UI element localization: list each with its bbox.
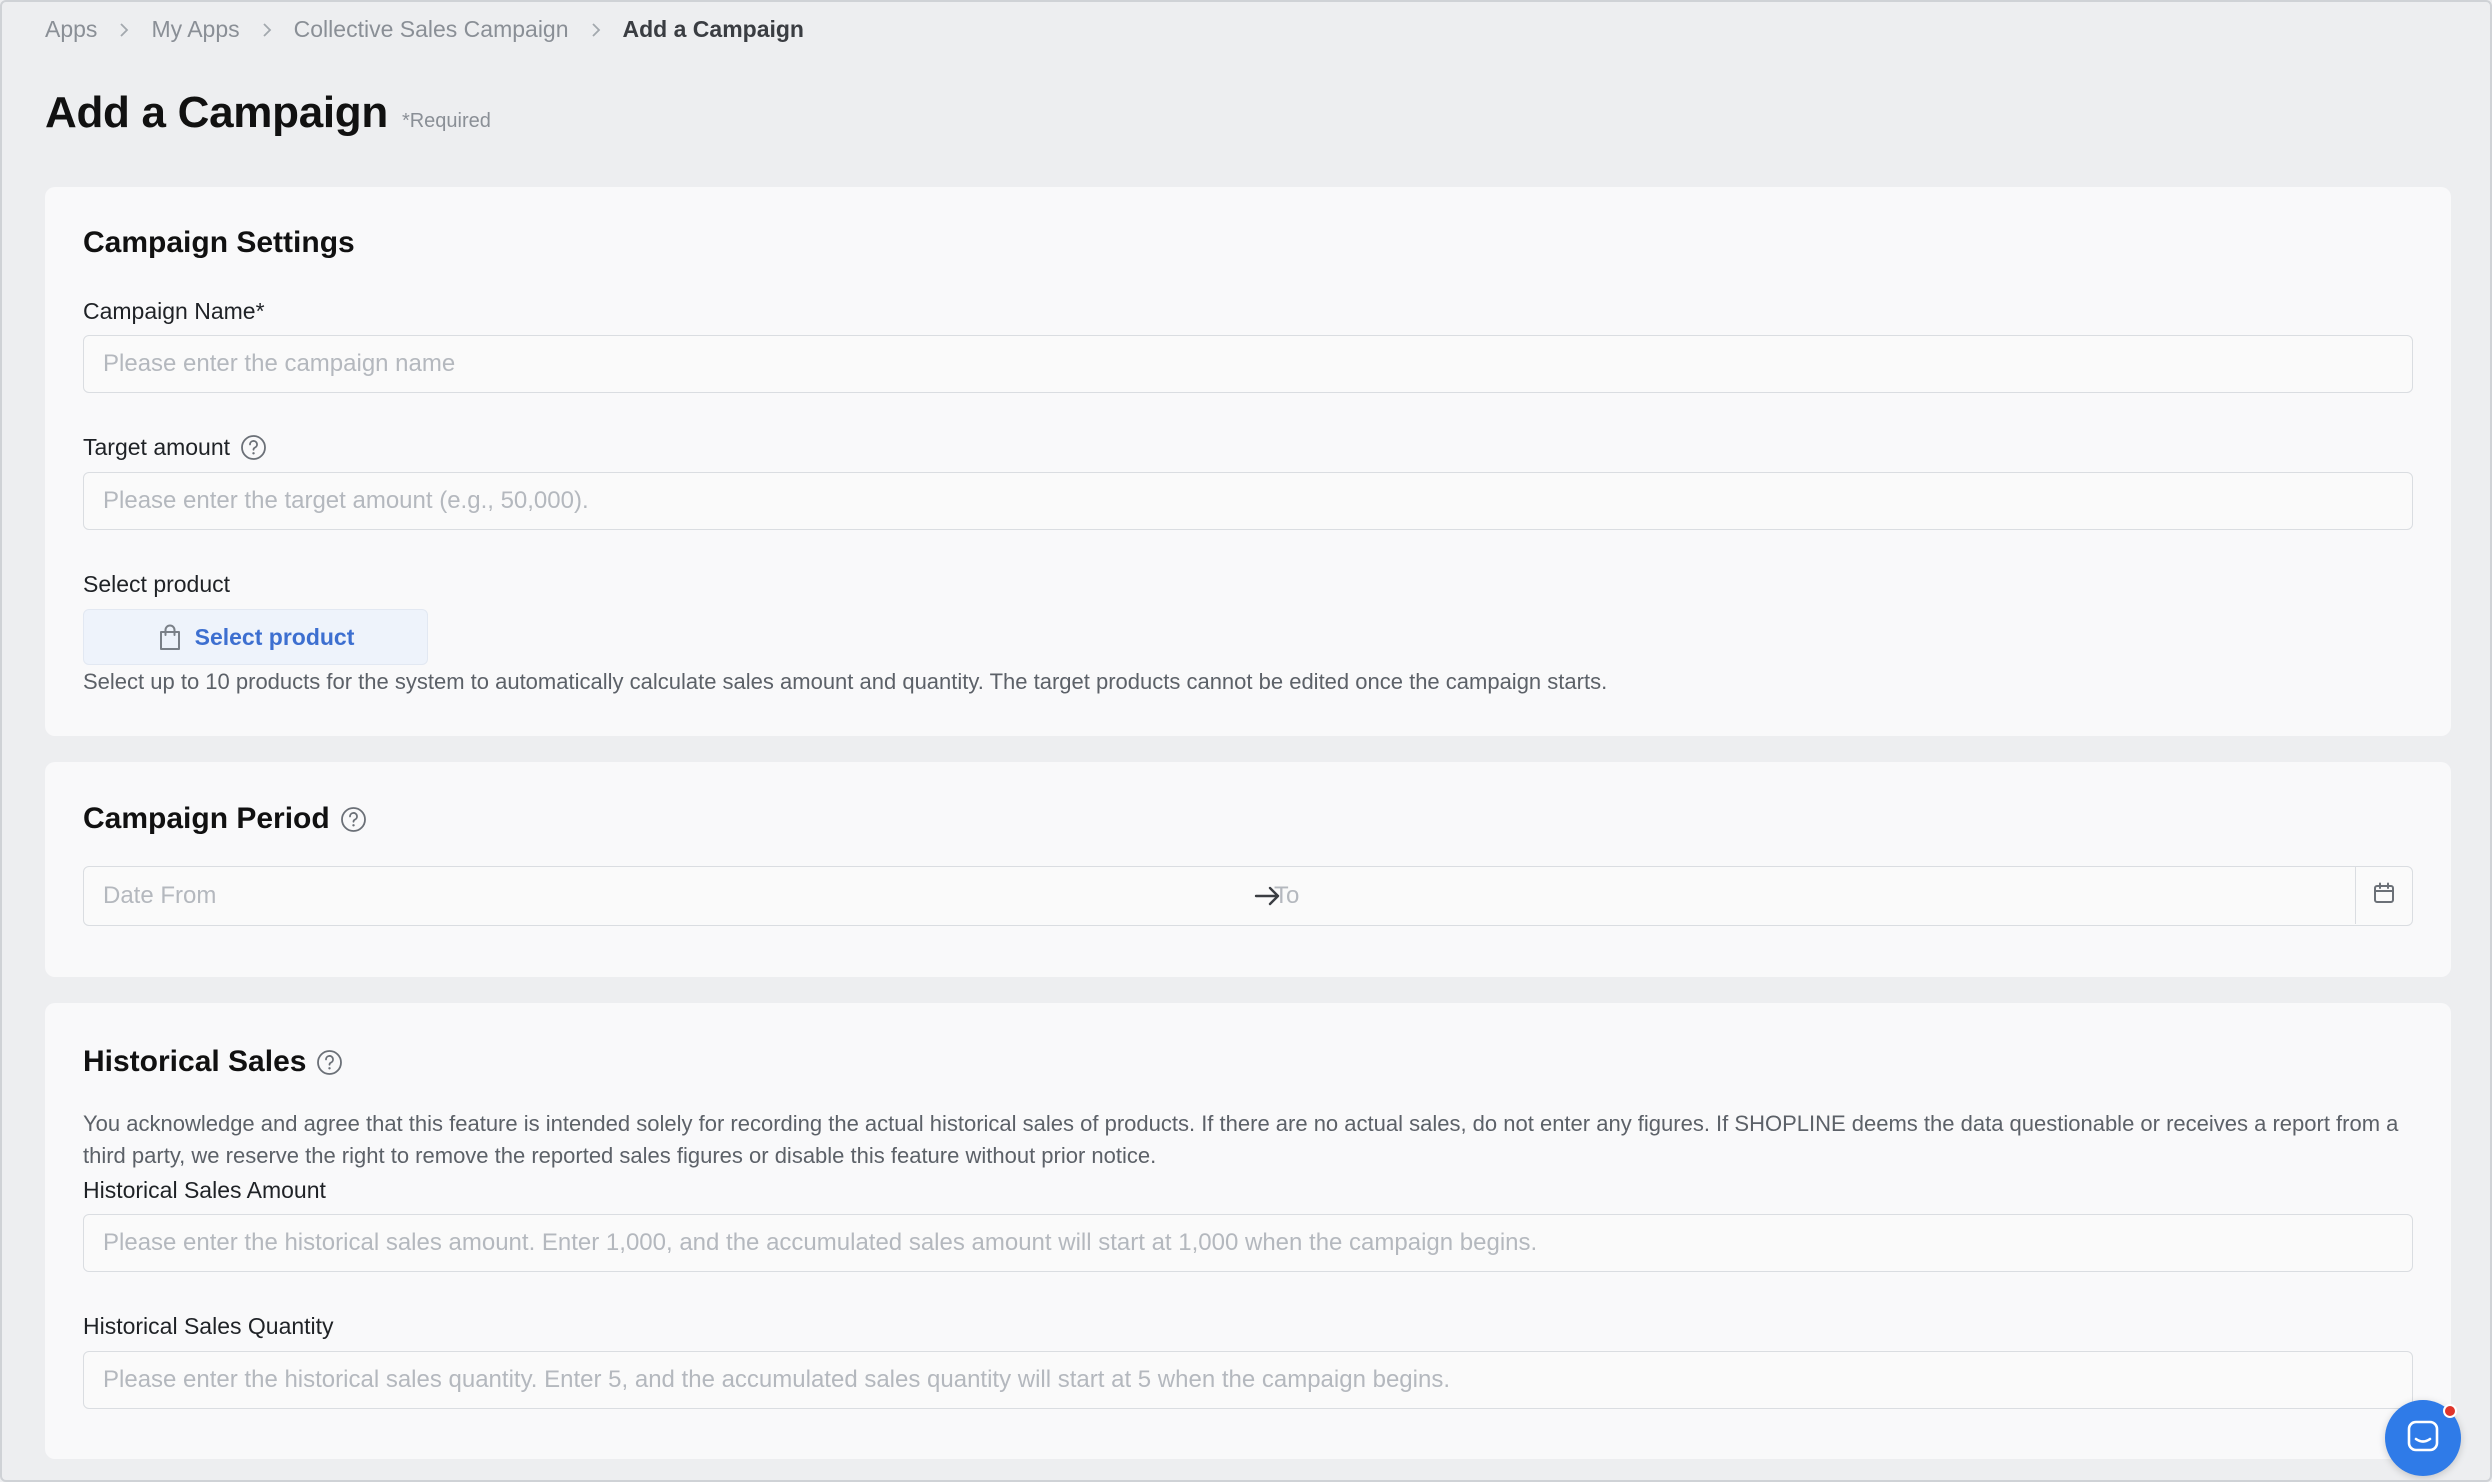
chevron-right-icon — [258, 21, 276, 39]
date-to-input[interactable] — [1274, 867, 2274, 924]
calendar-icon — [2372, 881, 2396, 910]
campaign-settings-card: Campaign Settings Campaign Name* Target … — [45, 187, 2451, 736]
date-range-picker[interactable] — [83, 866, 2413, 926]
historical-sales-amount-label: Historical Sales Amount — [83, 1177, 326, 1203]
chevron-right-icon — [115, 21, 133, 39]
question-circle-icon[interactable] — [240, 434, 267, 461]
breadcrumb-current: Add a Campaign — [622, 16, 804, 42]
campaign-name-label: Campaign Name* — [83, 298, 265, 324]
historical-sales-amount-input[interactable] — [83, 1214, 2413, 1272]
breadcrumb: Apps My Apps Collective Sales Campaign A… — [45, 16, 804, 43]
select-product-button[interactable]: Select product — [83, 609, 428, 665]
notification-dot — [2443, 1404, 2457, 1418]
historical-sales-card: Historical Sales You acknowledge and agr… — [45, 1003, 2451, 1459]
select-product-helper: Select up to 10 products for the system … — [83, 669, 1608, 694]
question-circle-icon[interactable] — [316, 1049, 343, 1076]
historical-sales-quantity-input[interactable] — [83, 1351, 2413, 1409]
campaign-settings-title: Campaign Settings — [83, 226, 355, 259]
campaign-period-title: Campaign Period — [83, 802, 330, 835]
campaign-name-input[interactable] — [83, 335, 2413, 393]
question-circle-icon[interactable] — [340, 806, 367, 833]
target-amount-label-row: Target amount — [83, 434, 267, 461]
historical-sales-quantity-label: Historical Sales Quantity — [83, 1313, 334, 1339]
calendar-button[interactable] — [2355, 867, 2412, 924]
app-window: Apps My Apps Collective Sales Campaign A… — [0, 0, 2492, 1482]
page-header: Add a Campaign *Required — [45, 88, 491, 138]
date-from-input[interactable] — [103, 867, 1203, 924]
target-amount-label: Target amount — [83, 434, 231, 460]
required-note: *Required — [401, 110, 491, 132]
historical-sales-title-row: Historical Sales — [83, 1045, 343, 1079]
campaign-period-title-row: Campaign Period — [83, 802, 367, 836]
select-product-button-label: Select product — [194, 623, 355, 650]
breadcrumb-apps[interactable]: Apps — [45, 16, 97, 43]
select-product-label: Select product — [83, 571, 231, 597]
breadcrumb-my-apps[interactable]: My Apps — [151, 16, 239, 43]
historical-sales-disclaimer: You acknowledge and agree that this feat… — [83, 1111, 2399, 1168]
campaign-period-card: Campaign Period — [45, 762, 2451, 977]
historical-sales-title: Historical Sales — [83, 1045, 307, 1078]
chat-button[interactable] — [2385, 1400, 2461, 1476]
page-title: Add a Campaign — [45, 88, 388, 137]
target-amount-input[interactable] — [83, 472, 2413, 530]
shopping-bag-icon — [157, 623, 183, 651]
breadcrumb-collective-sales-campaign[interactable]: Collective Sales Campaign — [294, 16, 569, 43]
chevron-right-icon — [587, 21, 605, 39]
chat-icon — [2404, 1417, 2442, 1460]
